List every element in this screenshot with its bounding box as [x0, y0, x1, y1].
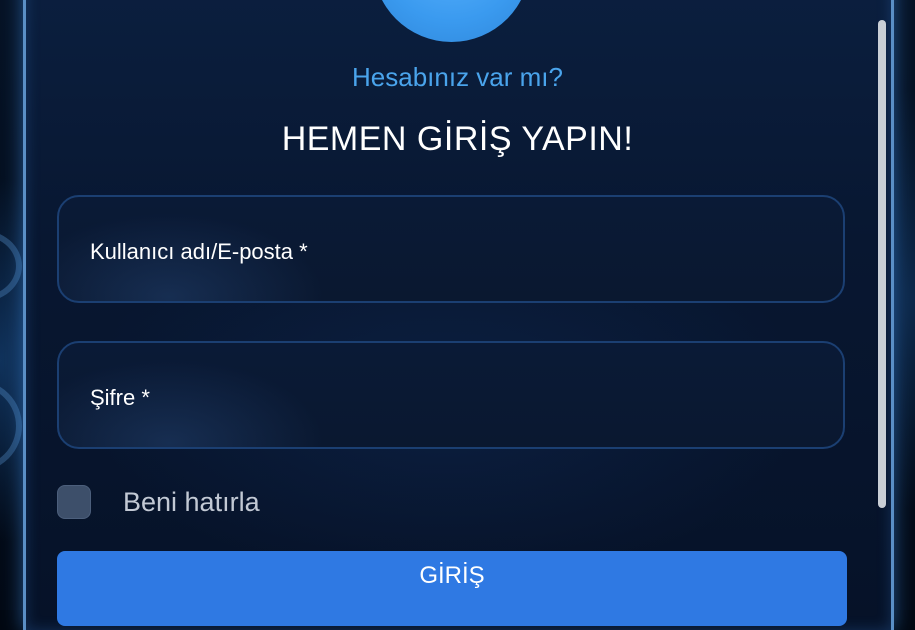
decorative-ring-left-top — [0, 230, 22, 302]
scrollbar[interactable] — [878, 20, 886, 508]
password-field[interactable]: Şifre * — [57, 341, 845, 449]
decorative-ring-left — [0, 380, 22, 472]
password-label: Şifre * — [90, 385, 150, 410]
account-question: Hesabınız var mı? — [352, 62, 563, 92]
remember-me-label[interactable]: Beni hatırla — [123, 487, 260, 518]
remember-me-checkbox[interactable] — [57, 485, 91, 519]
username-label: Kullanıcı adı/E-posta * — [90, 239, 308, 264]
login-panel — [23, 0, 894, 630]
page-title: HEMEN GİRİŞ YAPIN! — [281, 120, 634, 158]
login-button[interactable]: GİRİŞ — [57, 551, 847, 626]
username-field[interactable]: Kullanıcı adı/E-posta * — [57, 195, 845, 303]
remember-me[interactable]: Beni hatırla — [57, 484, 260, 520]
login-button-label: GİRİŞ — [419, 562, 485, 589]
